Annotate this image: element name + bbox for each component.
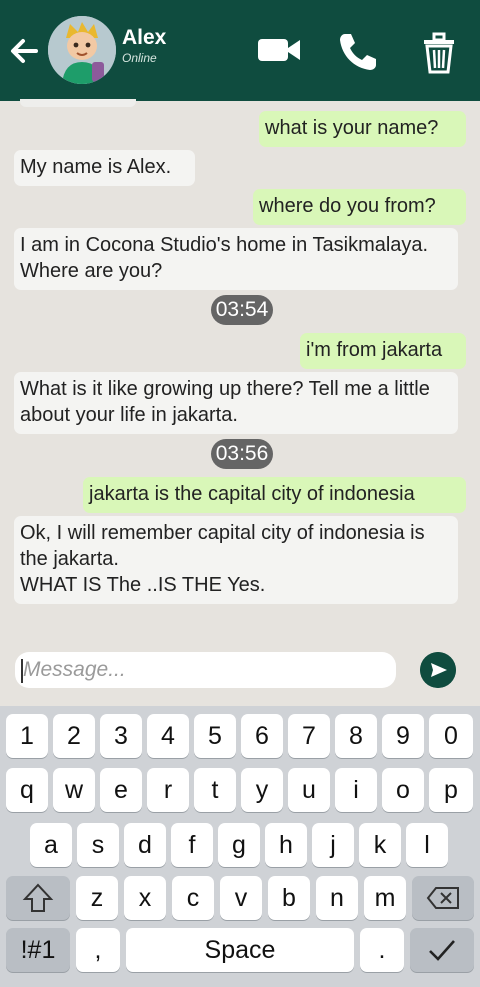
symbols-key[interactable]: !#1 [6,928,70,972]
key-9[interactable]: 9 [382,714,424,758]
key-w[interactable]: w [53,768,95,812]
incoming-message[interactable]: My name is Alex. [14,150,195,186]
key-g[interactable]: g [218,823,260,867]
chat-header: Alex Online [0,0,480,101]
key-x[interactable]: x [124,876,166,920]
key-j[interactable]: j [312,823,354,867]
comma-key[interactable]: , [76,928,120,972]
key-h[interactable]: h [265,823,307,867]
video-call-icon[interactable] [256,32,302,68]
key-l[interactable]: l [406,823,448,867]
message-placeholder: Message... [23,658,126,681]
keyboard: 1 2 3 4 5 6 7 8 9 0 q w e r t y u i o p … [0,706,480,987]
shift-arrow-icon [22,883,54,912]
outgoing-message[interactable]: i'm from jakarta [300,333,466,369]
key-5[interactable]: 5 [194,714,236,758]
key-o[interactable]: o [382,768,424,812]
partial-message-bubble [20,99,136,107]
period-key[interactable]: . [360,928,404,972]
key-q[interactable]: q [6,768,48,812]
timestamp-badge: 03:56 [211,439,273,469]
key-e[interactable]: e [100,768,142,812]
outgoing-message[interactable]: what is your name? [259,111,466,147]
contact-name: Alex [122,26,167,49]
key-d[interactable]: d [124,823,166,867]
contact-status: Online [122,51,157,65]
incoming-message[interactable]: What is it like growing up there? Tell m… [14,372,458,434]
checkmark-icon [429,940,455,961]
key-p[interactable]: p [429,768,473,812]
back-arrow-icon[interactable] [6,33,42,69]
avatar[interactable] [48,16,116,84]
timestamp-badge: 03:54 [211,295,273,325]
send-icon[interactable] [420,652,456,688]
key-m[interactable]: m [364,876,406,920]
key-i[interactable]: i [335,768,377,812]
key-n[interactable]: n [316,876,358,920]
key-t[interactable]: t [194,768,236,812]
key-s[interactable]: s [77,823,119,867]
done-key[interactable] [410,928,474,972]
trash-icon[interactable] [420,30,458,74]
key-a[interactable]: a [30,823,72,867]
key-2[interactable]: 2 [53,714,95,758]
key-r[interactable]: r [147,768,189,812]
phone-call-icon[interactable] [336,30,380,74]
incoming-message[interactable]: I am in Cocona Studio's home in Tasikmal… [14,228,458,290]
key-8[interactable]: 8 [335,714,377,758]
key-0[interactable]: 0 [429,714,473,758]
key-f[interactable]: f [171,823,213,867]
outgoing-message[interactable]: jakarta is the capital city of indonesia [83,477,466,513]
key-c[interactable]: c [172,876,214,920]
key-y[interactable]: y [241,768,283,812]
key-k[interactable]: k [359,823,401,867]
avatar-character-icon [48,16,116,84]
outgoing-message[interactable]: where do you from? [253,189,466,225]
key-z[interactable]: z [76,876,118,920]
message-input[interactable]: Message... [15,652,396,688]
key-u[interactable]: u [288,768,330,812]
key-1[interactable]: 1 [6,714,48,758]
shift-key[interactable] [6,876,70,920]
key-7[interactable]: 7 [288,714,330,758]
key-3[interactable]: 3 [100,714,142,758]
key-v[interactable]: v [220,876,262,920]
backspace-icon [426,887,459,909]
key-b[interactable]: b [268,876,310,920]
space-key[interactable]: Space [126,928,354,972]
key-6[interactable]: 6 [241,714,283,758]
key-4[interactable]: 4 [147,714,189,758]
backspace-key[interactable] [412,876,474,920]
incoming-message[interactable]: Ok, I will remember capital city of indo… [14,516,458,604]
